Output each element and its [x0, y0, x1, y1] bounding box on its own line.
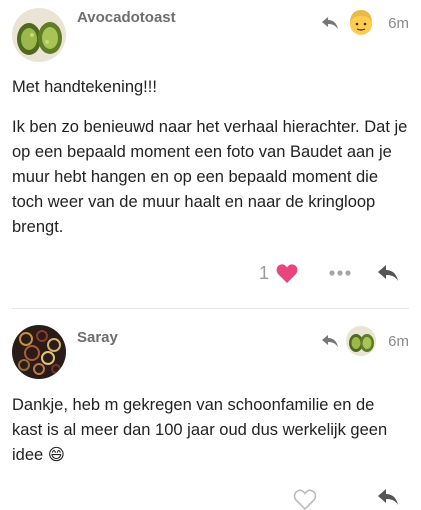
post-body: Dankje, heb m gekregen van schoonfamilie…: [12, 393, 409, 468]
post-time[interactable]: 6m: [388, 333, 409, 350]
reply-to-icon[interactable]: [320, 333, 340, 349]
post-meta: 6m: [320, 8, 409, 38]
post-avocadotoast: Avocadotoast 6m Met handtekening!!! Ik b…: [0, 0, 421, 308]
reply-icon[interactable]: [377, 488, 399, 506]
username[interactable]: Avocadotoast: [77, 9, 176, 26]
user-avatar[interactable]: [12, 325, 66, 379]
post-text: Dankje, heb m gekregen van schoonfamilie…: [12, 396, 388, 464]
heart-outline-icon[interactable]: [293, 488, 317, 510]
post-actions: [293, 488, 399, 510]
reply-to-icon[interactable]: [320, 15, 340, 31]
user-avatar[interactable]: [12, 8, 66, 62]
reply-icon[interactable]: [377, 264, 399, 282]
more-options-icon[interactable]: [329, 268, 351, 278]
username[interactable]: Saray: [77, 329, 118, 346]
post-body: Met handtekening!!! Ik ben zo benieuwd n…: [12, 75, 409, 240]
like-count[interactable]: 1: [259, 263, 269, 284]
grinning-emoji-icon: 😄: [47, 446, 65, 464]
post-paragraph: Ik ben zo benieuwd naar het verhaal hier…: [12, 118, 408, 236]
post-paragraph: Met handtekening!!!: [12, 78, 157, 96]
post-meta: 6m: [320, 326, 409, 356]
heart-icon[interactable]: [275, 262, 299, 284]
reply-to-avatar[interactable]: [346, 8, 377, 38]
post-paragraph: Dankje, heb m gekregen van schoonfamilie…: [12, 393, 409, 468]
post-divider: [12, 308, 409, 309]
post-saray: Saray 6m Dankje, heb m gekregen van scho…: [0, 310, 421, 510]
reply-to-avatar[interactable]: [346, 326, 377, 356]
post-time[interactable]: 6m: [388, 15, 409, 32]
post-actions: 1: [259, 262, 399, 284]
